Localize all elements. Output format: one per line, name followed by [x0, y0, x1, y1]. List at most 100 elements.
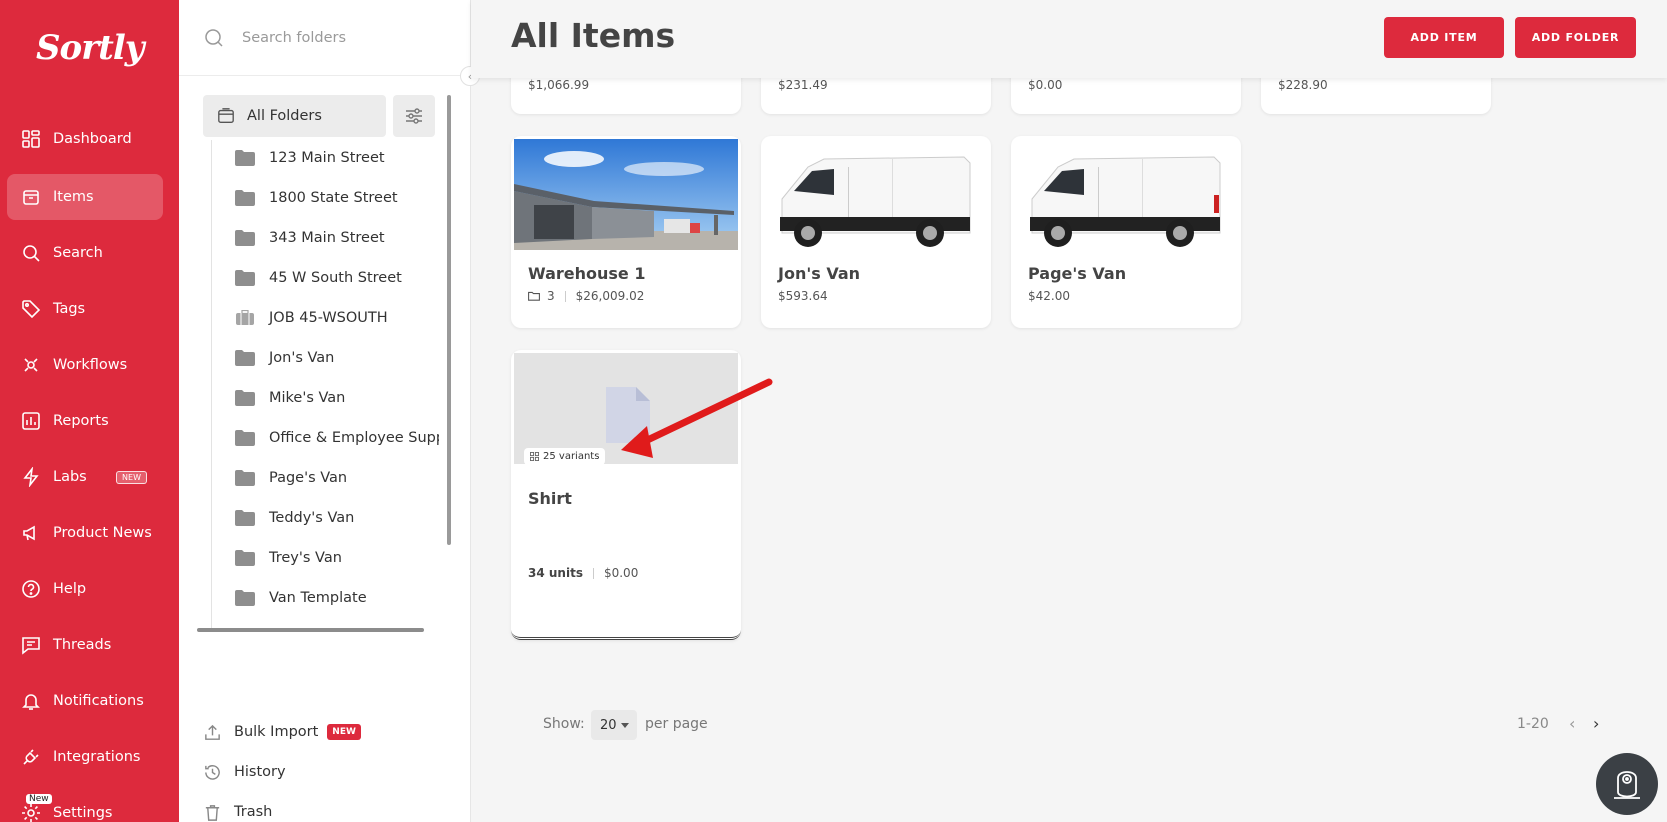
card-name: Page's Van — [1028, 264, 1127, 283]
folder-item[interactable]: 123 Main Street — [211, 138, 439, 178]
owl-icon — [1614, 771, 1640, 799]
pagination-show-label: Show: — [543, 716, 585, 732]
folder-label: Page's Van — [269, 470, 348, 486]
chat-support-button[interactable] — [1596, 753, 1658, 815]
chevron-right-icon[interactable]: › — [1593, 714, 1599, 733]
pagination-per-page-label: per page — [645, 716, 708, 732]
nav-label: Product News — [53, 525, 152, 541]
history-link[interactable]: History — [203, 757, 286, 787]
threads-icon — [22, 637, 40, 655]
sortly-logo[interactable]: Sortly — [36, 28, 145, 68]
card-name: Warehouse 1 — [528, 264, 646, 283]
folder-icon — [235, 430, 255, 446]
card-name: Jon's Van — [778, 264, 861, 283]
nav-label: Threads — [53, 637, 112, 653]
trash-icon — [205, 804, 220, 821]
main-nav: Sortly Dashboard Items Search Tags Workf… — [0, 0, 179, 822]
folder-icon — [235, 390, 255, 406]
folder-label: 45 W South Street — [269, 270, 402, 286]
nav-item-search[interactable]: Search — [7, 230, 163, 276]
folder-item[interactable]: Mike's Van — [211, 378, 439, 418]
megaphone-icon — [23, 525, 35, 541]
plug-icon — [23, 749, 39, 765]
folder-item[interactable]: Teddy's Van — [211, 498, 439, 538]
van-image — [1014, 139, 1238, 250]
search-icon — [23, 245, 40, 262]
reports-icon — [22, 412, 40, 430]
help-icon — [22, 580, 40, 598]
folder-label: Trey's Van — [269, 550, 342, 566]
nav-item-help[interactable]: Help — [7, 566, 163, 612]
folder-icon — [235, 150, 255, 166]
variants-count: 25 variants — [543, 451, 600, 462]
folder-item[interactable]: 343 Main Street — [211, 218, 439, 258]
per-page-select[interactable]: 20 — [591, 710, 637, 740]
variants-icon — [530, 452, 539, 461]
folder-item[interactable]: Jon's Van — [211, 338, 439, 378]
nav-item-tags[interactable]: Tags — [7, 286, 163, 332]
folder-icon — [235, 190, 255, 206]
folder-label: 1800 State Street — [269, 190, 398, 206]
briefcase-icon — [236, 310, 254, 325]
folder-item[interactable]: JOB 45-WSOUTH — [211, 298, 439, 338]
folder-item[interactable]: 45 W South Street — [211, 258, 439, 298]
card-price: $1,066.99 — [528, 78, 590, 92]
nav-item-reports[interactable]: Reports — [7, 398, 163, 444]
nav-item-items[interactable]: Items — [7, 174, 163, 220]
folder-item[interactable]: 1800 State Street — [211, 178, 439, 218]
folder-list-hscrollbar[interactable] — [197, 628, 424, 632]
nav-item-notifications[interactable]: Notifications — [7, 678, 163, 724]
bulk-import-link[interactable]: Bulk Import NEW — [203, 717, 361, 747]
nav-item-threads[interactable]: Threads — [7, 622, 163, 668]
trash-link[interactable]: Trash — [203, 797, 272, 822]
folder-card-jons-van[interactable]: Jon's Van $593.64 — [761, 136, 991, 328]
annotation-arrow — [621, 378, 773, 458]
folder-card-pages-van[interactable]: Page's Van $42.00 — [1011, 136, 1241, 328]
folder-panel: ‹ All Folders 123 Main Street 1800 State… — [179, 0, 480, 822]
filter-button[interactable] — [393, 95, 435, 137]
nav-label: Integrations — [53, 749, 141, 765]
folder-item[interactable]: Office & Employee Suppli — [211, 418, 439, 458]
nav-label: Notifications — [53, 693, 144, 709]
folder-label: JOB 45-WSOUTH — [269, 310, 388, 326]
search-icon — [205, 28, 223, 47]
folder-search — [179, 0, 471, 76]
nav-item-integrations[interactable]: Integrations — [7, 734, 163, 780]
chevron-left-icon[interactable]: ‹ — [1569, 714, 1575, 733]
folder-item[interactable]: Van Template — [211, 578, 439, 618]
folder-search-input[interactable] — [242, 29, 442, 46]
folder-icon — [235, 350, 255, 366]
workflows-icon — [24, 358, 38, 372]
nav-label: Help — [53, 581, 87, 597]
folder-list-scrollbar[interactable] — [447, 95, 451, 545]
bell-icon — [22, 694, 40, 710]
tag-icon — [22, 300, 41, 319]
upload-icon — [205, 724, 220, 740]
van-image — [764, 139, 988, 250]
nav-label: Reports — [53, 413, 109, 429]
folder-icon — [235, 510, 255, 526]
card-meta: 34 units $0.00 — [528, 566, 638, 580]
add-folder-button[interactable]: ADD FOLDER — [1515, 17, 1636, 58]
nav-item-workflows[interactable]: Workflows — [7, 342, 163, 388]
folder-item[interactable]: Trey's Van — [211, 538, 439, 578]
nav-item-product-news[interactable]: Product News — [7, 510, 163, 556]
separator — [564, 290, 566, 302]
new-badge: NEW — [327, 724, 361, 740]
card-price: $593.64 — [778, 289, 828, 303]
nav-item-dashboard[interactable]: Dashboard — [7, 116, 163, 162]
folder-label: Van Template — [269, 590, 367, 606]
add-item-button[interactable]: ADD ITEM — [1384, 17, 1504, 58]
labs-icon — [23, 467, 39, 487]
folder-icon — [235, 550, 255, 566]
folder-icon — [235, 470, 255, 486]
card-price: $0.00 — [603, 566, 639, 580]
nav-item-labs[interactable]: Labs NEW — [7, 454, 163, 500]
folder-icon — [235, 590, 255, 606]
folder-card-warehouse[interactable]: Warehouse 1 3 $26,009.02 — [511, 136, 741, 328]
warehouse-image — [514, 139, 738, 250]
all-folders-button[interactable]: All Folders — [203, 95, 386, 137]
nav-label: Workflows — [53, 357, 128, 373]
card-price: $42.00 — [1028, 289, 1070, 303]
folder-item[interactable]: Page's Van — [211, 458, 439, 498]
